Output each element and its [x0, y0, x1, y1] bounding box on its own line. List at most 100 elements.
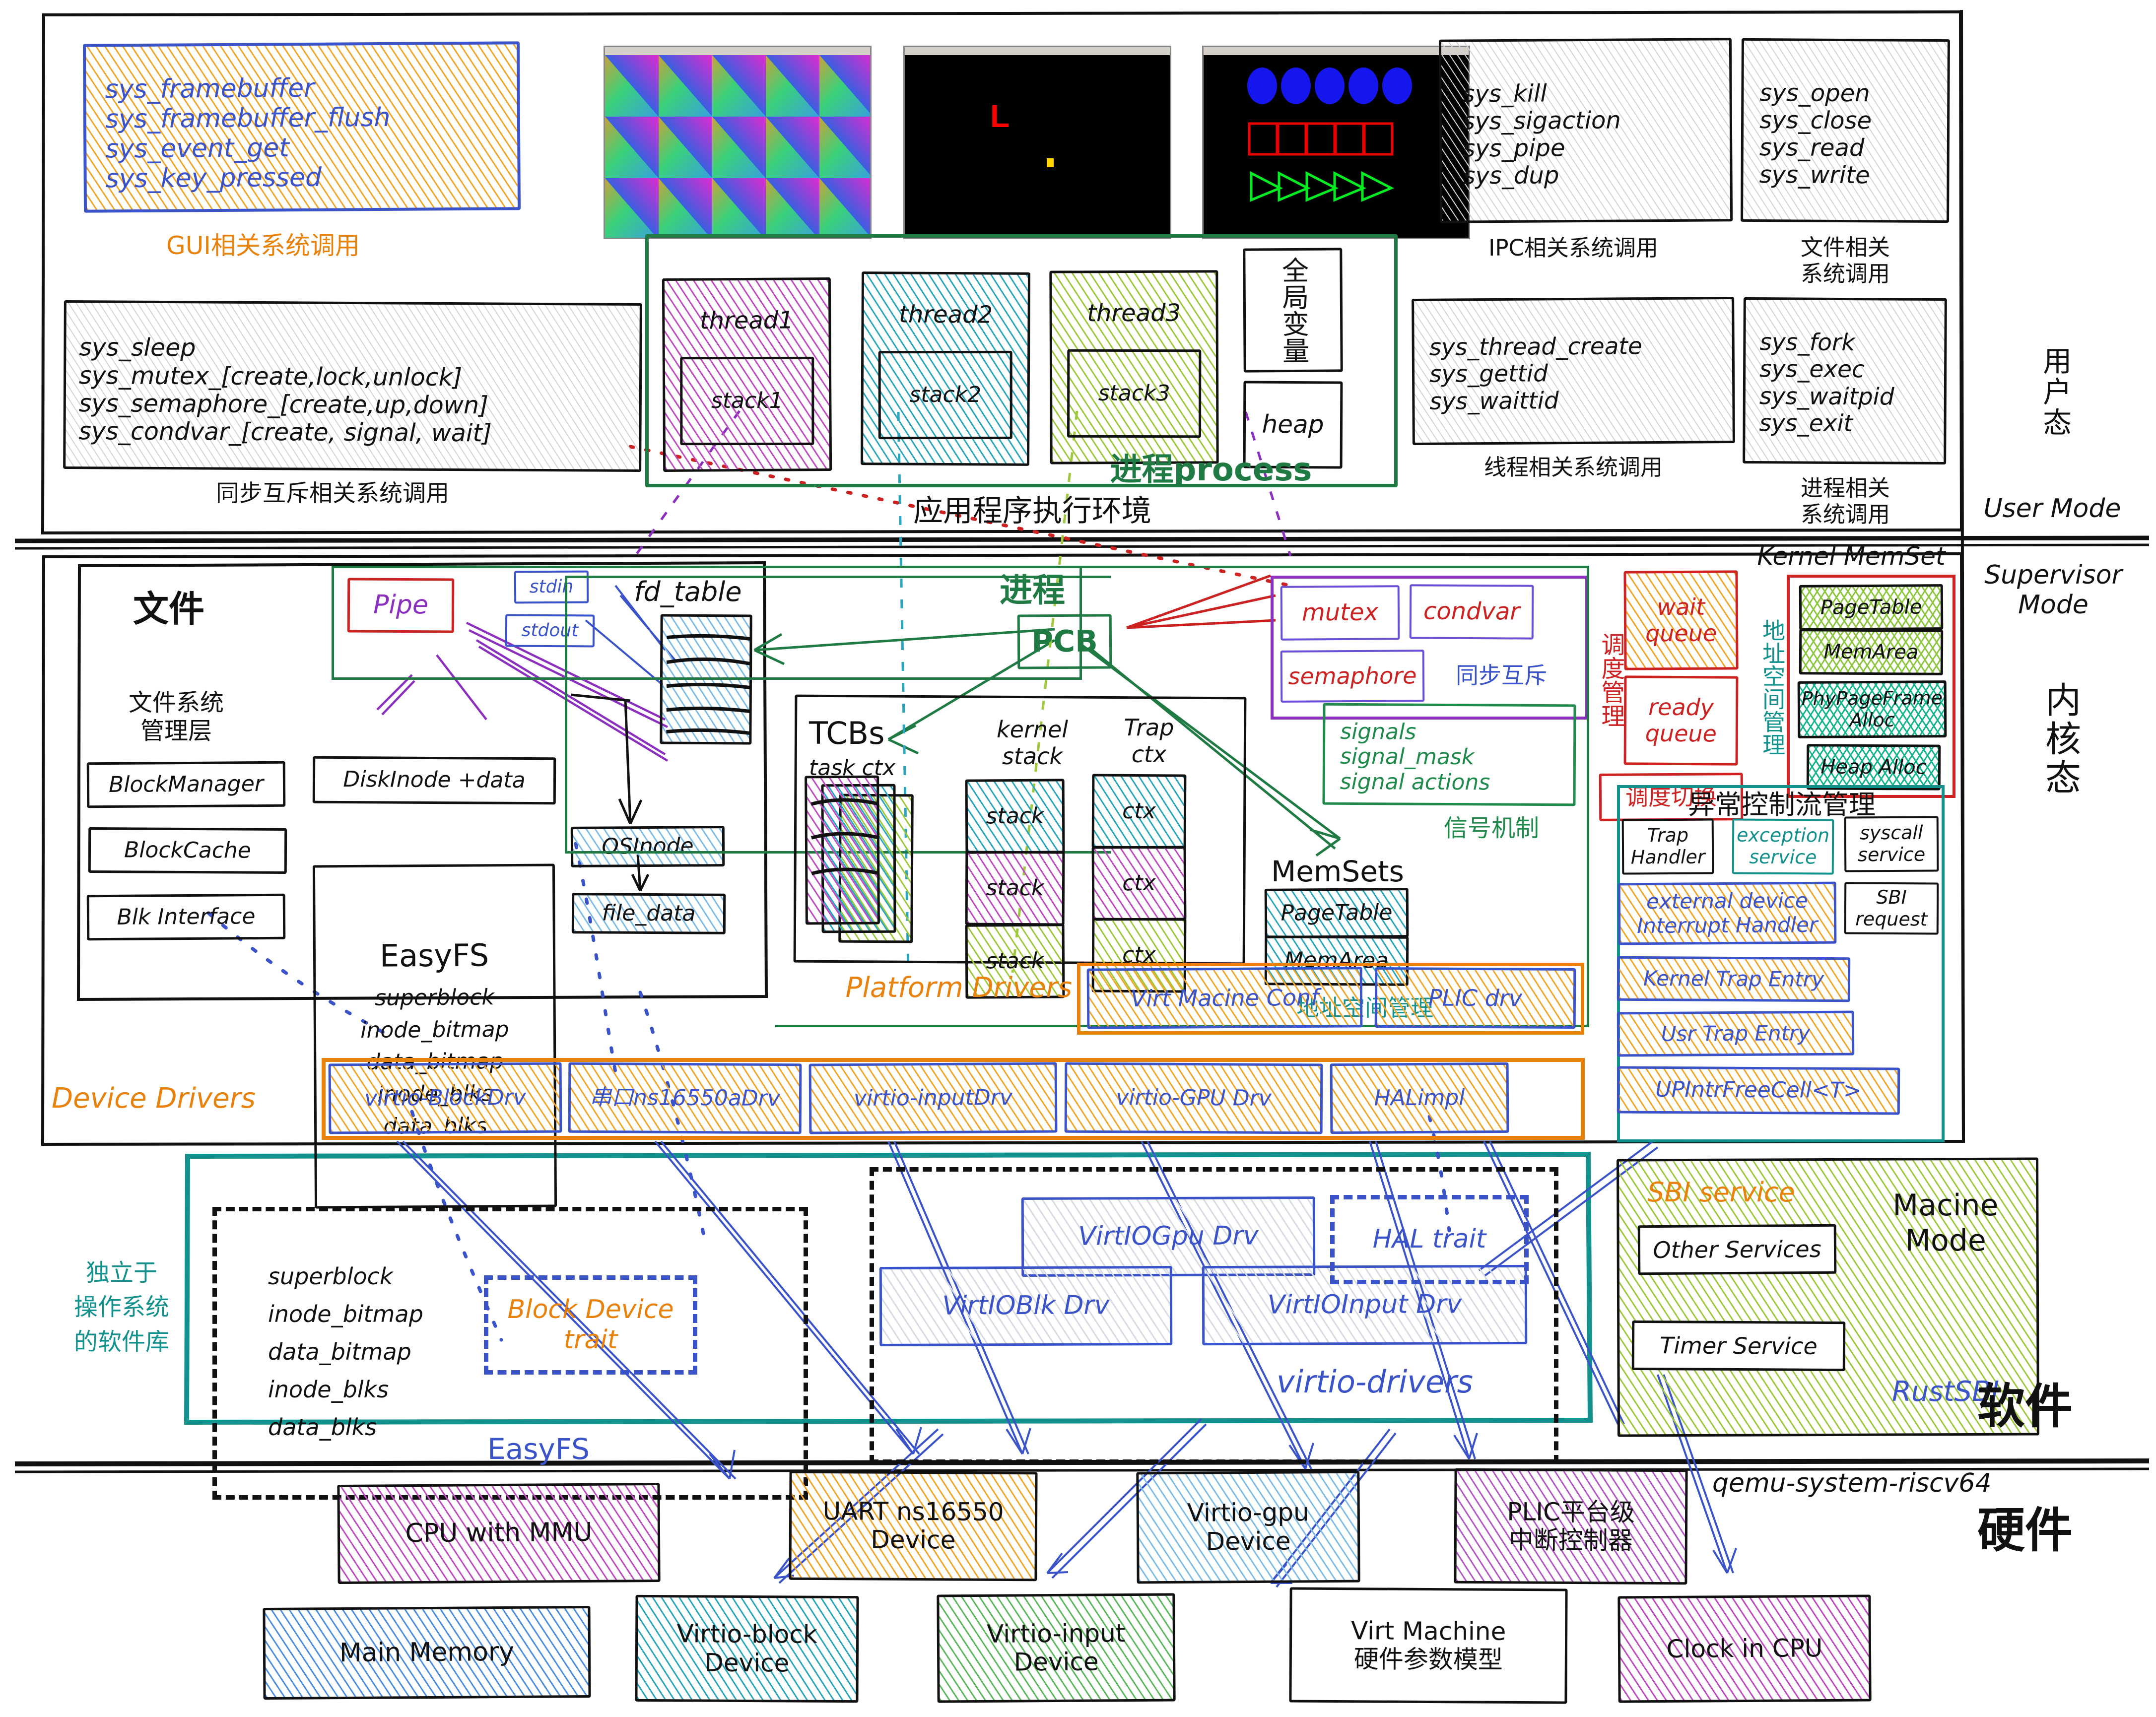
- sync-syscall-line: sys_semaphore_[create,up,down]: [78, 389, 489, 420]
- heap-alloc-label: Heap Alloc: [1820, 755, 1927, 779]
- sync-syscalls-caption: 同步互斥相关系统调用: [216, 480, 449, 508]
- easyfs-item: superblock: [375, 985, 495, 1011]
- sync-syscall-line: sys_condvar_[create, signal, wait]: [78, 417, 492, 448]
- window-titlebar: [1204, 47, 1469, 56]
- ipc-syscalls-box: sys_kill sys_sigaction sys_pipe sys_dup: [1438, 38, 1733, 223]
- file-syscalls-box: sys_open sys_close sys_read sys_write: [1741, 38, 1950, 223]
- ready-queue-line2: queue: [1645, 720, 1717, 747]
- plic-device-line2: 中断控制器: [1508, 1525, 1633, 1555]
- other-services-label: Other Services: [1653, 1235, 1821, 1263]
- virt-machine-conf-box: Virt Macine Conf: [1086, 967, 1363, 1029]
- stack1-label: stack1: [711, 388, 783, 413]
- fs-layer-caption-line2: 管理层: [140, 717, 212, 745]
- blockcache-box: BlockCache: [88, 827, 287, 874]
- machine-mode-label: Macine Mode: [1866, 1176, 2025, 1270]
- file-section-title: 文件: [133, 588, 204, 630]
- sbi-request-box: SBI request: [1844, 882, 1939, 935]
- trap-handler-line2: Handler: [1630, 846, 1705, 868]
- ready-queue-line1: ready: [1648, 693, 1714, 721]
- easyfs-lib-items: superblock inode_bitmap data_bitmap inod…: [268, 1218, 481, 1486]
- heap-label: heap: [1262, 409, 1324, 439]
- process-label: 进程process: [1110, 452, 1312, 489]
- sync-syscall-line: sys_sleep: [79, 333, 196, 362]
- kernel-mode-label: 内核态: [1980, 665, 2139, 814]
- uart-ns16550-line2: Device: [871, 1525, 956, 1555]
- kernel-mode-label-cn: 内核态: [2039, 681, 2081, 797]
- plic-drv-box: PLIC drv: [1374, 967, 1576, 1029]
- wait-queue-line1: wait: [1657, 593, 1705, 621]
- kernel-memarea-box: MemArea: [1799, 629, 1944, 675]
- ns16550a-drv-label: 串口ns16550aDrv: [589, 1084, 781, 1111]
- ipc-syscall-line: sys_kill: [1462, 79, 1547, 108]
- software-label: 软件: [1977, 1379, 2073, 1435]
- stack2-label: stack2: [909, 382, 982, 407]
- blk-interface-label: Blk Interface: [117, 903, 256, 930]
- thread3-box: thread3 stack3: [1049, 270, 1219, 464]
- easyfs-lib-item: inode_bitmap: [268, 1301, 423, 1328]
- easyfs-lib-item: superblock: [268, 1263, 393, 1290]
- virt-machine-conf-label: Virt Macine Conf: [1130, 984, 1319, 1012]
- phypageframe-alloc-box: PhyPageFrame Alloc: [1797, 680, 1947, 738]
- file-syscall-line: sys_read: [1759, 133, 1865, 162]
- block-device-trait-line2: trait: [563, 1325, 618, 1355]
- ipc-syscall-line: sys_pipe: [1463, 134, 1565, 163]
- cpu-with-mmu-label: CPU with MMU: [405, 1517, 593, 1549]
- syscall-service-box: syscall service: [1844, 816, 1939, 872]
- thread-syscalls-box: sys_thread_create sys_gettid sys_waittid: [1412, 297, 1735, 445]
- wait-queue-line2: queue: [1645, 619, 1717, 647]
- virtiogpu-drv-label: VirtIOGpu Drv: [1078, 1221, 1259, 1252]
- ns16550a-drv-box: 串口ns16550aDrv: [568, 1062, 802, 1134]
- user-mode-label-cn: 用户态: [2038, 346, 2072, 438]
- sync-syscall-line: sys_mutex_[create,lock,unlock]: [78, 361, 463, 392]
- kernel-pagetable-box: PageTable: [1799, 584, 1944, 631]
- virt-machine-box: Virt Machine 硬件参数模型: [1289, 1587, 1568, 1704]
- fs-layer-caption-line1: 文件系统: [128, 689, 224, 717]
- yellow-cursor-dot: [1047, 158, 1054, 167]
- process-syscalls-caption-line1: 进程相关: [1800, 474, 1890, 501]
- diskinode-label: DiskInode +data: [343, 767, 526, 793]
- cpu-with-mmu-box: CPU with MMU: [337, 1483, 661, 1584]
- libs-side-caption-line3: 的软件库: [73, 1327, 169, 1356]
- process-syscall-line: sys_exec: [1759, 355, 1865, 384]
- process-syscalls-caption: 进程相关 系统调用: [1751, 469, 1940, 533]
- virtioinput-drv-label: VirtIOInput Drv: [1267, 1289, 1462, 1320]
- kernel-memarea-label: MemArea: [1823, 640, 1919, 664]
- stack1-box: stack1: [680, 356, 814, 445]
- plic-device-line1: PLIC平台级: [1507, 1497, 1635, 1527]
- halimpl-label: HALimpl: [1374, 1085, 1465, 1111]
- libs-side-caption-line2: 操作系统: [73, 1293, 169, 1321]
- virtioblk-drv-label: VirtIOBlk Drv: [942, 1290, 1110, 1321]
- virtio-input-device-line1: Virtio-input: [987, 1618, 1126, 1649]
- external-intr-handler-line2: Interrupt Handler: [1636, 912, 1818, 938]
- global-vars-box: 全局变量: [1243, 248, 1343, 373]
- gui-syscalls-box: sys_framebuffer sys_framebuffer_flush sy…: [82, 41, 521, 213]
- virtio-blockdrv-box: virtio-BlockDrv: [328, 1062, 562, 1134]
- machine-mode-line1: Macine Mode: [1892, 1188, 1999, 1258]
- gui-syscall-line: sys_key_pressed: [105, 162, 322, 194]
- gui-syscalls-caption: GUI相关系统调用: [166, 231, 360, 260]
- diskinode-box: DiskInode +data: [312, 756, 556, 805]
- timer-service-label: Timer Service: [1660, 1331, 1818, 1360]
- block-device-trait-line1: Block Device: [507, 1294, 674, 1324]
- app-screenshot-shapes: [1202, 46, 1470, 239]
- stack2-box: stack2: [878, 350, 1012, 439]
- sched-caption-text: 调度管理: [1597, 632, 1625, 727]
- exception-service-line2: service: [1749, 846, 1817, 868]
- sbi-request-line1: SBI: [1876, 886, 1907, 908]
- global-vars-label: 全局变量: [1277, 256, 1309, 364]
- thread3-label: thread3: [1087, 299, 1181, 328]
- process-env-caption: 应用程序执行环境: [913, 493, 1151, 528]
- thread-syscall-line: sys_waittid: [1429, 387, 1559, 415]
- halimpl-box: HALimpl: [1330, 1062, 1509, 1134]
- user-mode-label: 用户态: [1973, 308, 2137, 476]
- pcb-outer-frame: [775, 566, 1589, 1027]
- trap-handler-box: Trap Handler: [1621, 818, 1714, 875]
- ipc-syscall-line: sys_dup: [1463, 161, 1559, 190]
- easyfs-lib-item: data_bitmap: [268, 1338, 411, 1366]
- process-syscalls-caption-line2: 系统调用: [1800, 501, 1890, 528]
- virtio-drivers-label: virtio-drivers: [1277, 1364, 1473, 1400]
- file-syscall-line: sys_close: [1759, 106, 1872, 135]
- window-titlebar: [605, 47, 870, 56]
- main-memory-box: Main Memory: [263, 1605, 591, 1700]
- ipc-syscalls-caption: IPC相关系统调用: [1488, 235, 1658, 262]
